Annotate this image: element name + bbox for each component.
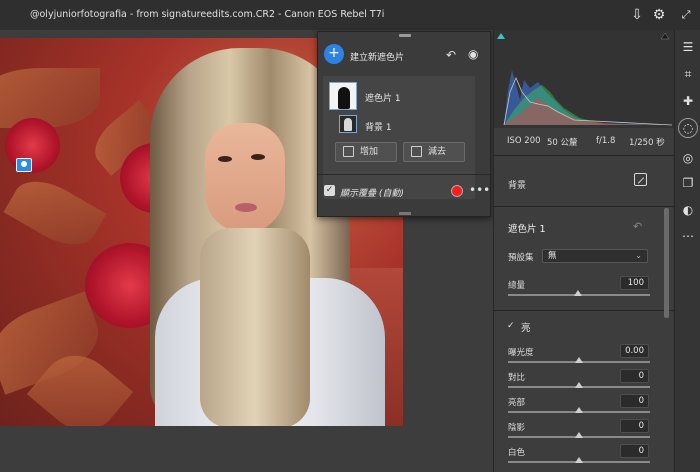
divider	[494, 206, 674, 207]
background-row[interactable]: 背景	[494, 160, 674, 204]
highlight-clip-icon[interactable]	[660, 32, 670, 40]
more-options-icon[interactable]: •••	[469, 183, 490, 197]
divider	[494, 310, 674, 311]
red-flower	[5, 118, 60, 173]
reset-icon[interactable]: ↶	[633, 220, 642, 233]
shadows-slider-thumb[interactable]	[575, 432, 583, 438]
whites-input[interactable]: 0	[620, 444, 649, 458]
create-mask-button[interactable]: +	[324, 44, 344, 64]
edit-background-icon[interactable]	[634, 173, 647, 186]
drag-handle-icon[interactable]	[399, 34, 411, 37]
eye-icon[interactable]: ◉	[468, 47, 478, 61]
camera-info: ISO 200 50 公釐 f/1.8 1/250 秒	[494, 130, 674, 152]
model-eye	[218, 156, 232, 162]
highlights-input[interactable]: 0	[620, 394, 649, 408]
iso-value: ISO 200	[507, 136, 541, 146]
highlights-label: 亮部	[508, 398, 526, 408]
drag-handle-icon[interactable]	[399, 212, 411, 215]
export-icon[interactable]: ⇩	[627, 5, 647, 25]
title-bar: @olyjuniorfotografia - from signatureedi…	[0, 0, 700, 30]
focal-length: 50 公釐	[547, 138, 578, 148]
model-hair-front	[200, 228, 310, 426]
divider	[318, 174, 490, 175]
mask-pin-icon[interactable]	[16, 158, 32, 172]
contrast-label: 對比	[508, 373, 526, 383]
adjust-sliders-icon[interactable]: ☰	[680, 39, 696, 55]
document-title: @olyjuniorfotografia - from signatureedi…	[30, 9, 385, 20]
tool-strip: ☰ ⌗ ✚ ◌ ◎ ❐ ◐ ⋯	[674, 30, 700, 472]
add-icon	[343, 146, 354, 157]
more-icon[interactable]: ⋯	[680, 228, 696, 244]
sub-mask-thumbnail[interactable]	[339, 115, 357, 133]
mask-list: 遮色片 1 背景 1 增加 減去	[323, 76, 475, 199]
leaf-shape	[3, 168, 107, 258]
mask-icon[interactable]: ◌	[680, 120, 696, 136]
edit-panel: ISO 200 50 公釐 f/1.8 1/250 秒 背景 遮色片 1 ↶ 預…	[493, 30, 674, 472]
light-section-title[interactable]: 亮	[521, 320, 531, 334]
amount-label: 總量	[508, 281, 526, 291]
whites-label: 白色	[508, 448, 526, 458]
divider	[494, 155, 674, 156]
shadows-input[interactable]: 0	[620, 419, 649, 433]
contrast-input[interactable]: 0	[620, 369, 649, 383]
overlay-checkbox[interactable]: ✓	[324, 185, 335, 196]
whites-slider-thumb[interactable]	[575, 457, 583, 463]
highlights-slider-thumb[interactable]	[575, 407, 583, 413]
preset-dropdown[interactable]: 無 ⌄	[542, 249, 648, 263]
histogram	[494, 30, 674, 128]
crop-icon[interactable]: ⌗	[680, 66, 696, 82]
overlay-color-swatch[interactable]	[451, 185, 463, 197]
subtract-mask-button[interactable]: 減去	[403, 142, 465, 162]
overlay-label[interactable]: 顯示覆疊 (自動)	[340, 186, 404, 199]
snapshot-icon[interactable]: ◐	[680, 202, 696, 218]
model-eye	[251, 154, 265, 160]
chevron-down-icon: ⌄	[635, 251, 642, 260]
sub-mask-label[interactable]: 背景 1	[365, 120, 392, 133]
redeye-icon[interactable]: ◎	[680, 150, 696, 166]
presets-icon[interactable]: ❐	[680, 175, 696, 191]
exposure-input[interactable]: 0.00	[620, 344, 649, 358]
background-label: 背景	[508, 181, 527, 191]
shadows-label: 陰影	[508, 423, 526, 433]
model-lips	[235, 203, 257, 212]
mask-section-title: 遮色片 1	[508, 224, 546, 235]
mask-thumbnail[interactable]	[329, 82, 357, 110]
panel-scrollbar[interactable]	[664, 208, 669, 318]
create-mask-label[interactable]: 建立新遮色片	[350, 50, 404, 63]
subtract-icon	[411, 146, 422, 157]
undo-icon[interactable]: ↶	[446, 48, 456, 62]
healing-icon[interactable]: ✚	[680, 93, 696, 109]
contrast-slider-thumb[interactable]	[575, 382, 583, 388]
amount-slider-thumb[interactable]	[574, 290, 582, 296]
shutter-speed: 1/250 秒	[629, 138, 665, 148]
add-mask-button[interactable]: 增加	[335, 142, 397, 162]
histogram-graph	[497, 32, 673, 126]
leaf-shape	[0, 68, 100, 128]
model-face	[205, 123, 285, 233]
chevron-down-icon[interactable]: ✓	[507, 321, 515, 331]
mask-panel: + 建立新遮色片 ↶ ◉ 遮色片 1 背景 1 增加 減去 ✓ 顯示覆疊 (自動…	[317, 31, 491, 217]
amount-input[interactable]: 100	[620, 276, 649, 290]
mask-item-label[interactable]: 遮色片 1	[365, 91, 401, 104]
expand-icon[interactable]: ⤢	[676, 5, 696, 25]
aperture: f/1.8	[596, 136, 616, 146]
exposure-label: 曝光度	[508, 348, 534, 358]
preset-value: 無	[548, 251, 557, 261]
exposure-slider-thumb[interactable]	[575, 357, 583, 363]
gear-icon[interactable]: ⚙	[649, 5, 669, 25]
shadow-clip-icon[interactable]	[497, 33, 505, 39]
preset-label: 預設集	[508, 253, 534, 263]
